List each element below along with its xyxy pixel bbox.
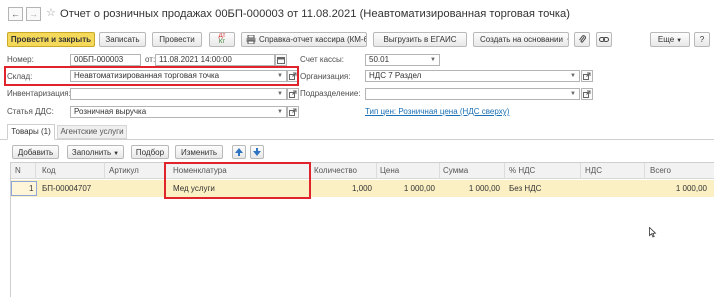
dropdown-arrow-icon[interactable]: ▼ [570,71,576,81]
column-divider [35,163,36,179]
page-title: Отчет о розничных продажах 00БП-000003 о… [60,8,570,20]
dropdown-arrow-icon: ▼ [676,38,683,44]
inventory-field[interactable] [70,88,287,100]
dropdown-arrow-icon[interactable]: ▼ [430,55,436,65]
move-down-button[interactable] [250,145,264,159]
chain-link-icon [599,37,609,42]
warehouse-highlight-frame [4,66,299,86]
arrow-down-icon [253,148,261,156]
dropdown-arrow-icon: ▼ [566,38,568,44]
column-header-price[interactable]: Цена [380,163,399,179]
nomenclature-highlight-frame [164,162,311,199]
arrow-right-icon: → [29,9,38,19]
column-header-vat[interactable]: НДС [585,163,602,179]
division-label: Подразделение: [300,89,361,98]
tab-goods[interactable]: Товары (1) [7,124,55,140]
mouse-cursor-icon [649,227,657,238]
column-divider [504,163,505,179]
column-divider [376,163,377,179]
column-header-article[interactable]: Артикул [109,163,139,179]
open-inventory-button[interactable] [287,88,299,100]
cash-account-field[interactable]: 50.01 [365,54,440,66]
dropdown-arrow-icon[interactable]: ▼ [277,107,283,117]
column-header-n[interactable]: N [15,163,21,179]
column-divider [439,163,440,179]
more-button[interactable]: Еще ▼ [650,32,690,47]
open-link-icon [289,108,297,116]
arrow-up-icon [235,148,243,156]
cell-n[interactable]: 1 [29,182,33,195]
cell-vat-rate[interactable]: Без НДС [509,182,541,195]
column-header-sum[interactable]: Сумма [443,163,468,179]
link-button[interactable] [596,32,612,47]
help-button[interactable]: ? [694,32,710,47]
favorite-star-icon[interactable]: ☆ [46,6,56,19]
open-link-icon [289,90,297,98]
dds-label: Статья ДДС: [7,107,54,116]
dropdown-arrow-icon[interactable]: ▼ [570,89,576,99]
cashier-report-button[interactable]: Справка-отчет кассира (КМ-6) [241,32,367,47]
inventory-label: Инвентаризация: [7,89,71,98]
number-label: Номер: [7,55,34,64]
attach-button[interactable] [574,32,590,47]
organization-field[interactable]: НДС 7 Раздел [365,70,580,82]
change-button[interactable]: Изменить [175,145,223,159]
add-row-button[interactable]: Добавить [12,145,59,159]
column-divider [104,163,105,179]
dds-field[interactable]: Розничная выручка [70,106,287,118]
open-division-button[interactable] [581,88,593,100]
open-organization-button[interactable] [581,70,593,82]
column-header-code[interactable]: Код [42,163,56,179]
price-type-link[interactable]: Тип цен: Розничная цена (НДС сверху) [365,107,509,117]
tabs-divider [0,139,714,140]
cell-quantity[interactable]: 1,000 [340,182,372,195]
calendar-icon [277,57,285,64]
cell-price[interactable]: 1 000,00 [395,182,435,195]
cell-total[interactable]: 1 000,00 [667,182,707,195]
selection-button[interactable]: Подбор [131,145,169,159]
save-button[interactable]: Записать [99,32,146,47]
column-header-quantity[interactable]: Количество [314,163,357,179]
back-button[interactable]: ← [8,7,23,21]
arrow-left-icon: ← [11,9,20,19]
calendar-button[interactable] [275,54,287,66]
dt-kt-icon: Дт Кт [218,33,226,45]
dt-kt-button[interactable]: Дт Кт [209,32,235,47]
paperclip-icon [578,35,586,43]
dropdown-arrow-icon[interactable]: ▼ [277,89,283,99]
post-button[interactable]: Провести [152,32,202,47]
cell-code[interactable]: БП-00004707 [42,182,91,195]
cash-account-label: Счет кассы: [300,55,345,64]
column-divider [644,163,645,179]
fill-button[interactable]: Заполнить ▼ [67,145,124,159]
division-field[interactable] [365,88,580,100]
forward-button[interactable]: → [26,7,41,21]
date-field[interactable]: 11.08.2021 14:00:00 [155,54,275,66]
column-header-total[interactable]: Всего [650,163,671,179]
move-up-button[interactable] [232,145,246,159]
dropdown-arrow-icon: ▼ [113,151,120,157]
upload-egais-button[interactable]: Выгрузить в ЕГАИС [373,32,467,47]
date-label: от: [145,55,156,64]
column-header-vat-rate[interactable]: % НДС [509,163,535,179]
open-dds-button[interactable] [287,106,299,118]
post-and-close-button[interactable]: Провести и закрыть [7,32,95,47]
cell-sum[interactable]: 1 000,00 [460,182,500,195]
tab-agent-services[interactable]: Агентские услуги [57,125,127,139]
organization-label: Организация: [300,72,351,81]
printer-icon [246,35,256,44]
create-based-on-button[interactable]: Создать на основании▼ [473,32,569,47]
open-link-icon [583,90,591,98]
number-field[interactable]: 00БП-000003 [70,54,141,66]
column-divider [580,163,581,179]
open-link-icon [583,72,591,80]
